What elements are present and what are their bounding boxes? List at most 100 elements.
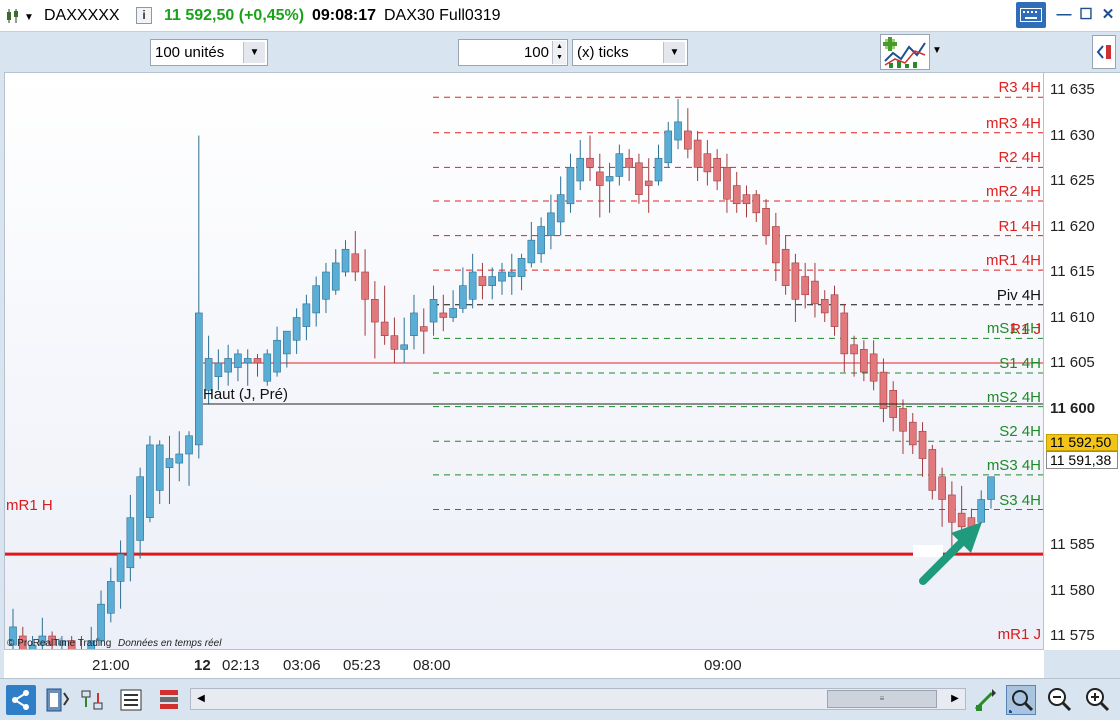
candle-body bbox=[576, 157, 585, 182]
minimize-icon[interactable]: — bbox=[1052, 2, 1076, 28]
time-tick-label: 12 bbox=[194, 657, 211, 674]
candle-body bbox=[762, 208, 770, 236]
candle bbox=[889, 381, 898, 432]
candle-body bbox=[400, 344, 409, 350]
panel-toggle-icon bbox=[1096, 45, 1111, 59]
draw-tool-icon[interactable] bbox=[970, 685, 1000, 715]
mr1-j-label: mR1 J bbox=[997, 626, 1041, 643]
price-tick-label: 11 580 bbox=[1050, 581, 1095, 599]
scroll-right-icon[interactable]: ▶ bbox=[945, 689, 965, 709]
candle bbox=[811, 262, 819, 318]
candle-body bbox=[116, 553, 125, 582]
candle-body bbox=[556, 194, 565, 223]
candle-body bbox=[429, 299, 438, 323]
candle bbox=[654, 144, 663, 186]
price-tick-label: 11 600 bbox=[1050, 399, 1096, 417]
candle-body bbox=[703, 153, 712, 173]
chart-window-icon[interactable] bbox=[42, 685, 72, 715]
candle bbox=[517, 253, 526, 291]
time-tick-label: 02:13 bbox=[222, 657, 260, 674]
candle-body bbox=[977, 499, 986, 523]
time-axis[interactable]: 21:00 12 02:13 03:06 05:23 08:00 09:00 bbox=[4, 650, 1044, 678]
candle bbox=[195, 135, 203, 459]
chevron-down-icon[interactable]: ▼ bbox=[932, 40, 944, 62]
stepper-icon[interactable]: ▲ ▼ bbox=[552, 41, 566, 64]
candle bbox=[556, 176, 565, 236]
candle-body bbox=[341, 248, 350, 273]
indicators-button[interactable] bbox=[880, 34, 930, 70]
candle-body bbox=[723, 167, 731, 200]
candle-body bbox=[860, 349, 868, 373]
candle bbox=[214, 349, 223, 391]
price-tick-label: 11 625 bbox=[1050, 172, 1095, 189]
horizontal-scrollbar[interactable]: ◀ ≡ ▶ bbox=[190, 688, 966, 710]
orderbook-icon[interactable] bbox=[154, 685, 184, 715]
zoom-in-icon[interactable] bbox=[1082, 685, 1112, 715]
candle bbox=[674, 99, 682, 150]
chevron-down-icon[interactable]: ▼ bbox=[663, 42, 685, 63]
units-select[interactable]: 100 unités ▼ bbox=[150, 39, 268, 66]
scroll-thumb[interactable]: ≡ bbox=[827, 690, 937, 708]
mr1-h-label: mR1 H bbox=[6, 497, 53, 514]
pivot-level-label: mR2 4H bbox=[985, 183, 1041, 201]
instrument-name[interactable]: DAXXXXX bbox=[44, 7, 120, 25]
pivot-level-label: Piv 4H bbox=[996, 286, 1041, 304]
candle-body bbox=[449, 308, 457, 318]
candle bbox=[126, 494, 135, 582]
candle-body bbox=[380, 321, 389, 337]
candle-body bbox=[674, 121, 682, 141]
ticks-select[interactable]: (x) ticks ▼ bbox=[572, 39, 688, 66]
candle bbox=[312, 276, 320, 327]
candle bbox=[136, 467, 144, 559]
maximize-icon[interactable]: ☐ bbox=[1074, 2, 1098, 28]
price-axis[interactable]: 11 635 11 630 11 625 11 620 11 615 11 610 11 6… bbox=[1044, 72, 1120, 650]
candle bbox=[899, 399, 907, 454]
zoom-out-icon[interactable] bbox=[1044, 685, 1074, 715]
price-tick-label: 11 635 bbox=[1050, 81, 1095, 98]
candle bbox=[331, 249, 340, 295]
candle-chart-icon[interactable] bbox=[5, 8, 21, 24]
candle bbox=[273, 326, 281, 377]
candle bbox=[175, 431, 184, 482]
candle-body bbox=[605, 176, 614, 182]
info-icon[interactable]: i bbox=[136, 7, 152, 24]
candle-body bbox=[928, 449, 937, 491]
chevron-down-icon[interactable]: ▼ bbox=[243, 42, 265, 63]
ticks-input[interactable]: 100 ▲ ▼ bbox=[458, 39, 568, 66]
sync-icon[interactable] bbox=[78, 685, 108, 715]
keyboard-icon[interactable] bbox=[1016, 2, 1046, 28]
candle-body bbox=[781, 248, 790, 286]
candle-body bbox=[644, 180, 653, 186]
candle-body bbox=[371, 299, 379, 323]
time-tick-label: 09:00 bbox=[704, 657, 742, 674]
candle bbox=[684, 108, 692, 159]
candle bbox=[576, 140, 585, 191]
candle bbox=[478, 262, 487, 300]
panel-toggle-button[interactable] bbox=[1092, 35, 1116, 69]
pivot-level-label: mS3 4H bbox=[986, 456, 1041, 474]
share-icon[interactable] bbox=[6, 685, 36, 715]
scroll-left-icon[interactable]: ◀ bbox=[191, 689, 211, 709]
copyright: © ProRealTime Trading bbox=[7, 638, 112, 649]
candle-body bbox=[351, 253, 360, 273]
candle-body bbox=[820, 299, 829, 314]
candle-body bbox=[292, 317, 301, 341]
price-chart[interactable]: R3 4H mR3 4H R2 4H mR2 4H R1 4H mR1 4H Piv 4H m… bbox=[4, 72, 1044, 650]
candle bbox=[459, 267, 467, 313]
pivot-level-label: mR1 4H bbox=[985, 252, 1041, 270]
candle bbox=[752, 190, 761, 222]
candle bbox=[703, 140, 712, 186]
candle bbox=[439, 294, 448, 332]
dropdown-arrow-icon[interactable]: ▼ bbox=[24, 9, 34, 27]
candle bbox=[390, 317, 399, 363]
chart-canvas bbox=[5, 96, 1043, 649]
contract-name: DAX30 Full0319 bbox=[384, 7, 501, 24]
zoom-fit-icon[interactable] bbox=[1006, 685, 1036, 715]
window-controls: — ☐ ✕ bbox=[1016, 2, 1120, 30]
price-tick-label: 11 585 bbox=[1050, 536, 1095, 553]
candle-body bbox=[322, 271, 330, 300]
candle bbox=[928, 444, 937, 500]
list-icon[interactable] bbox=[116, 685, 146, 715]
close-icon[interactable]: ✕ bbox=[1096, 2, 1120, 28]
price-tick-label: 11 605 bbox=[1050, 354, 1095, 371]
